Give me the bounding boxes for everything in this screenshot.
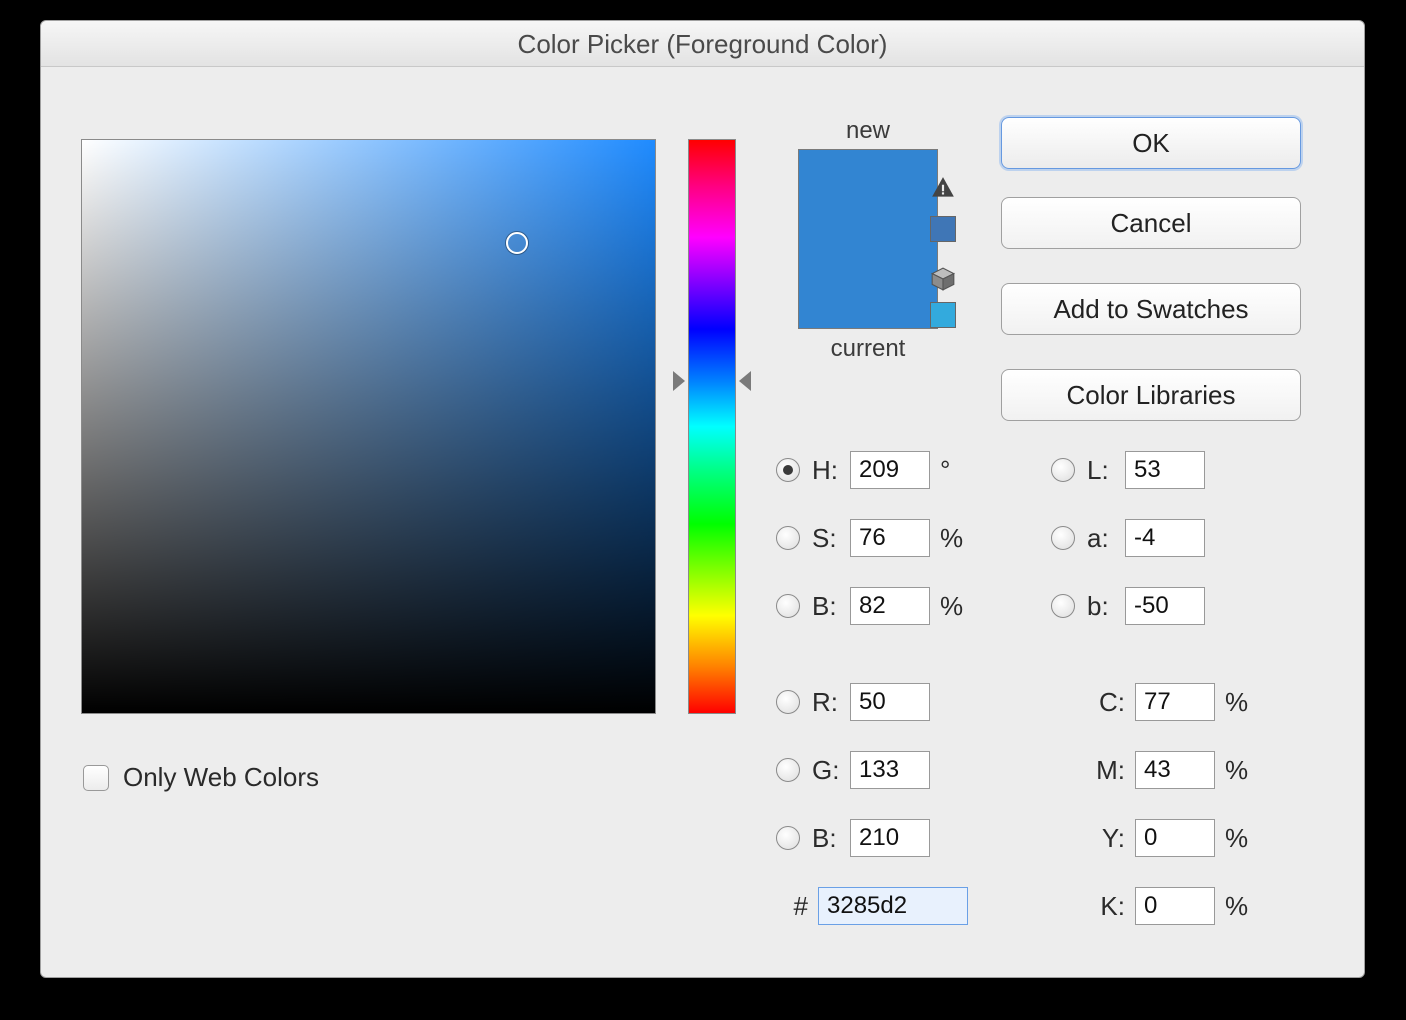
radio-b-blue[interactable] — [776, 826, 800, 850]
hue-slider[interactable] — [688, 139, 736, 714]
radio-b-lab[interactable] — [1051, 594, 1075, 618]
only-web-colors-checkbox[interactable] — [83, 765, 109, 791]
radio-s[interactable] — [776, 526, 800, 550]
input-m[interactable] — [1135, 751, 1215, 789]
input-k[interactable] — [1135, 887, 1215, 925]
label-b-lab: b: — [1087, 591, 1125, 622]
color-libraries-button[interactable]: Color Libraries — [1001, 369, 1301, 421]
input-hex[interactable] — [818, 887, 968, 925]
label-b-blue: B: — [812, 823, 850, 854]
input-h[interactable] — [850, 451, 930, 489]
web-safe-cube-icon[interactable] — [930, 266, 956, 292]
label-y: Y: — [1087, 823, 1125, 854]
label-s: S: — [812, 523, 850, 554]
unit-m: % — [1225, 755, 1248, 786]
preview-aux-column — [926, 175, 960, 328]
input-b-blue[interactable] — [850, 819, 930, 857]
only-web-colors-option[interactable]: Only Web Colors — [83, 762, 319, 793]
input-c[interactable] — [1135, 683, 1215, 721]
label-k: K: — [1087, 891, 1125, 922]
input-y[interactable] — [1135, 819, 1215, 857]
unit-s: % — [940, 523, 963, 554]
unit-b-brightness: % — [940, 591, 963, 622]
color-field-cursor[interactable] — [506, 232, 528, 254]
radio-b-brightness[interactable] — [776, 594, 800, 618]
radio-l[interactable] — [1051, 458, 1075, 482]
radio-a[interactable] — [1051, 526, 1075, 550]
add-to-swatches-button[interactable]: Add to Swatches — [1001, 283, 1301, 335]
web-safe-swatch[interactable] — [930, 302, 956, 328]
dialog-body: new current — [41, 67, 1364, 977]
label-g: G: — [812, 755, 850, 786]
unit-h: ° — [940, 455, 950, 486]
input-b-brightness[interactable] — [850, 587, 930, 625]
preview-swatches — [798, 149, 938, 329]
ok-button[interactable]: OK — [1001, 117, 1301, 169]
label-h: H: — [812, 455, 850, 486]
input-s[interactable] — [850, 519, 930, 557]
input-b-lab[interactable] — [1125, 587, 1205, 625]
radio-g[interactable] — [776, 758, 800, 782]
unit-c: % — [1225, 687, 1248, 718]
preview-new-label: new — [778, 117, 958, 145]
preview-current-label: current — [778, 335, 958, 363]
input-r[interactable] — [850, 683, 930, 721]
gamut-warning-swatch[interactable] — [930, 216, 956, 242]
color-field[interactable] — [81, 139, 656, 714]
label-b-brightness: B: — [812, 591, 850, 622]
preview-new-swatch[interactable] — [799, 150, 937, 239]
label-l: L: — [1087, 455, 1125, 486]
unit-k: % — [1225, 891, 1248, 922]
input-a[interactable] — [1125, 519, 1205, 557]
hue-slider-handle-left-icon[interactable] — [673, 371, 685, 391]
gamut-warning-icon[interactable] — [930, 175, 956, 206]
preview-current-swatch[interactable] — [799, 239, 937, 328]
label-r: R: — [812, 687, 850, 718]
dialog-title: Color Picker (Foreground Color) — [41, 21, 1364, 67]
label-c: C: — [1087, 687, 1125, 718]
color-picker-dialog: Color Picker (Foreground Color) new — [40, 20, 1365, 978]
hex-prefix: # — [776, 891, 808, 922]
radio-h[interactable] — [776, 458, 800, 482]
input-l[interactable] — [1125, 451, 1205, 489]
label-a: a: — [1087, 523, 1125, 554]
radio-r[interactable] — [776, 690, 800, 714]
unit-y: % — [1225, 823, 1248, 854]
cancel-button[interactable]: Cancel — [1001, 197, 1301, 249]
label-m: M: — [1087, 755, 1125, 786]
only-web-colors-label: Only Web Colors — [123, 762, 319, 793]
hue-slider-handle-right-icon[interactable] — [739, 371, 751, 391]
input-g[interactable] — [850, 751, 930, 789]
